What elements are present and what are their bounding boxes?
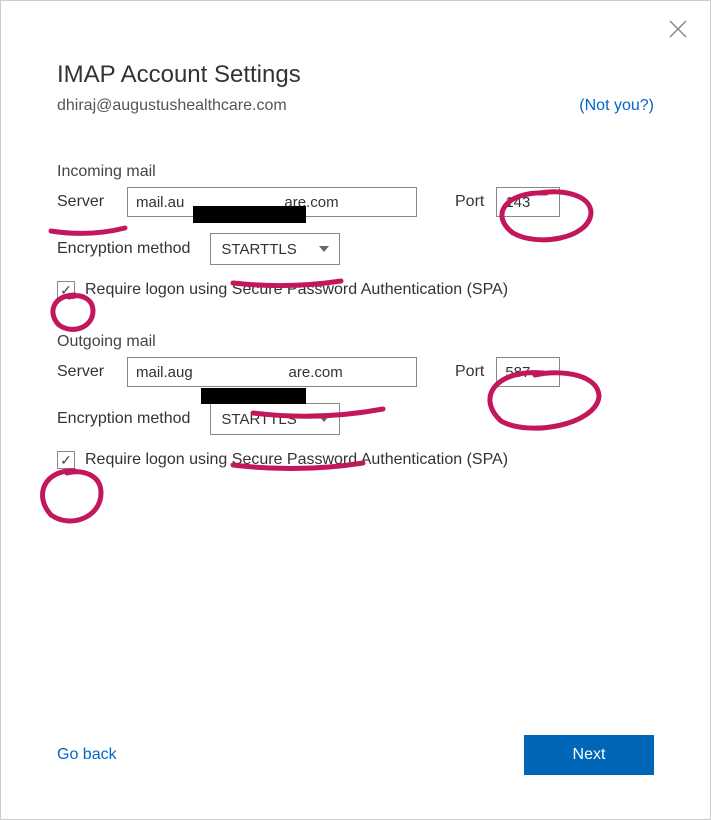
- outgoing-encryption-row: Encryption method STARTTLS: [57, 403, 654, 435]
- outgoing-encryption-value: STARTTLS: [221, 411, 296, 428]
- incoming-server-label: Server: [57, 193, 115, 211]
- outgoing-port-input[interactable]: [496, 357, 560, 387]
- outgoing-server-input[interactable]: [127, 357, 417, 387]
- email-display: dhiraj@augustushealthcare.com: [57, 97, 287, 115]
- incoming-port-input[interactable]: [496, 187, 560, 217]
- go-back-link[interactable]: Go back: [57, 746, 117, 764]
- incoming-encryption-row: Encryption method STARTTLS: [57, 233, 654, 265]
- outgoing-server-row: Server Port: [57, 357, 654, 387]
- page-title: IMAP Account Settings: [57, 61, 654, 89]
- checkmark-icon: ✓: [60, 453, 72, 467]
- chevron-down-icon: [319, 246, 329, 252]
- imap-settings-dialog: IMAP Account Settings dhiraj@augustushea…: [1, 1, 710, 819]
- incoming-server-input[interactable]: [127, 187, 417, 217]
- outgoing-encryption-select[interactable]: STARTTLS: [210, 403, 340, 435]
- dialog-footer: Go back Next: [57, 735, 654, 775]
- incoming-encryption-label: Encryption method: [57, 240, 190, 258]
- incoming-spa-row: ✓ Require logon using Secure Password Au…: [57, 281, 654, 299]
- email-row: dhiraj@augustushealthcare.com (Not you?): [57, 97, 654, 115]
- incoming-encryption-select[interactable]: STARTTLS: [210, 233, 340, 265]
- checkmark-icon: ✓: [60, 283, 72, 297]
- outgoing-heading: Outgoing mail: [57, 333, 654, 351]
- chevron-down-icon: [319, 416, 329, 422]
- outgoing-encryption-label: Encryption method: [57, 410, 190, 428]
- outgoing-server-label: Server: [57, 363, 115, 381]
- outgoing-port-label: Port: [455, 363, 484, 381]
- incoming-heading: Incoming mail: [57, 163, 654, 181]
- close-button[interactable]: [668, 19, 688, 39]
- incoming-spa-checkbox[interactable]: ✓: [57, 281, 75, 299]
- incoming-server-row: Server Port: [57, 187, 654, 217]
- incoming-spa-label: Require logon using Secure Password Auth…: [85, 281, 508, 299]
- outgoing-spa-checkbox[interactable]: ✓: [57, 451, 75, 469]
- next-button[interactable]: Next: [524, 735, 654, 775]
- incoming-port-label: Port: [455, 193, 484, 211]
- not-you-link[interactable]: (Not you?): [579, 97, 654, 115]
- incoming-encryption-value: STARTTLS: [221, 241, 296, 258]
- close-icon: [668, 19, 688, 39]
- outgoing-spa-row: ✓ Require logon using Secure Password Au…: [57, 451, 654, 469]
- outgoing-spa-label: Require logon using Secure Password Auth…: [85, 451, 508, 469]
